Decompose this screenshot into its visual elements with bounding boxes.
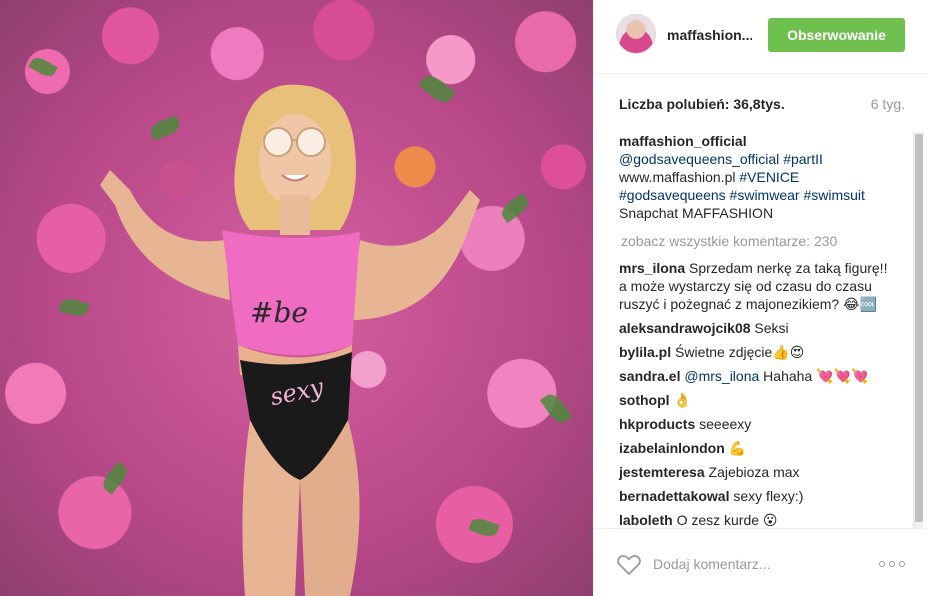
caption-text: Snapchat MAFFASHION	[619, 205, 774, 221]
comment-text: sexy flexy:)	[733, 488, 804, 504]
comment-item: mrs_ilona Sprzedam nerkę za taką figurę!…	[619, 259, 889, 313]
add-comment-input[interactable]	[653, 551, 868, 577]
caption-tag[interactable]: #godsavequeens	[619, 187, 726, 203]
post-photo[interactable]: #be sexy	[0, 0, 593, 596]
comment-text: Świetne zdjęcie👍😍	[675, 344, 805, 360]
comment-author[interactable]: jestemteresa	[619, 464, 705, 480]
post-side-panel: maffashion... Obserwowanie Liczba polubi…	[593, 0, 927, 596]
comment-author[interactable]: aleksandrawojcik08	[619, 320, 751, 336]
comment-item: aleksandrawojcik08 Seksi	[619, 319, 889, 337]
caption-tag[interactable]: #swimwear	[730, 187, 800, 203]
heart-icon[interactable]	[617, 554, 641, 576]
more-options-icon[interactable]	[879, 561, 905, 569]
post-username[interactable]: maffashion...	[667, 27, 752, 43]
comment-item: jestemteresa Zajebioza max	[619, 463, 889, 481]
comment-text: 💪	[728, 440, 747, 456]
comments-section[interactable]: maffashion_official @godsavequeens_offic…	[593, 132, 927, 528]
comment-author[interactable]: laboleth	[619, 512, 673, 528]
post-age[interactable]: 6 tyg.	[871, 96, 905, 112]
scrollbar-thumb[interactable]	[915, 134, 923, 522]
caption-tag[interactable]: #VENICE	[739, 169, 799, 185]
comment-author[interactable]: bylila.pl	[619, 344, 671, 360]
comment-text: Hahaha 💘💘💘	[763, 368, 869, 384]
comment-author[interactable]: maffashion_official	[619, 133, 747, 149]
comment-author[interactable]: sothopl	[619, 392, 670, 408]
comment-item: izabelainlondon 💪	[619, 439, 889, 457]
comment-list: maffashion_official @godsavequeens_offic…	[619, 132, 889, 528]
view-all-comments-link[interactable]: zobacz wszystkie komentarze: 230	[619, 232, 889, 250]
comment-text: O zesz kurde 😮	[676, 512, 778, 528]
swimsuit-print-top: #be	[250, 296, 308, 329]
follow-button[interactable]: Obserwowanie	[768, 18, 905, 52]
avatar[interactable]	[616, 14, 656, 54]
comment-text: seeeexy	[699, 416, 752, 432]
post-footer	[593, 528, 927, 596]
comment-item: bernadettakowal sexy flexy:)	[619, 487, 889, 505]
likes-count[interactable]: Liczba polubień: 36,8tys.	[619, 96, 785, 112]
comment-text: Seksi	[754, 320, 789, 336]
comment-text: Zajebioza max	[708, 464, 800, 480]
caption-mention[interactable]: @godsavequeens_official	[619, 151, 779, 167]
comment-author[interactable]: bernadettakowal	[619, 488, 729, 504]
caption-text: www.maffashion.pl	[619, 169, 736, 185]
comments-scrollbar[interactable]	[913, 132, 923, 528]
caption-tag[interactable]: #swimsuit	[803, 187, 864, 203]
comment-item: hkproducts seeeexy	[619, 415, 889, 433]
comment-item: laboleth O zesz kurde 😮	[619, 511, 889, 528]
likes-row: Liczba polubień: 36,8tys. 6 tyg.	[593, 74, 927, 132]
comment-mention[interactable]: @mrs_ilona	[684, 368, 759, 384]
comment-author[interactable]: hkproducts	[619, 416, 695, 432]
comment-item: sandra.el @mrs_ilona Hahaha 💘💘💘	[619, 367, 889, 385]
caption: maffashion_official @godsavequeens_offic…	[619, 132, 889, 222]
caption-tag[interactable]: #partII	[783, 151, 823, 167]
comment-item: sothopl 👌	[619, 391, 889, 409]
comment-author[interactable]: izabelainlondon	[619, 440, 725, 456]
post-header: maffashion... Obserwowanie	[593, 0, 927, 74]
comment-author[interactable]: mrs_ilona	[619, 260, 685, 276]
comment-text: 👌	[673, 392, 691, 408]
comment-item: bylila.pl Świetne zdjęcie👍😍	[619, 343, 889, 361]
comment-author[interactable]: sandra.el	[619, 368, 680, 384]
